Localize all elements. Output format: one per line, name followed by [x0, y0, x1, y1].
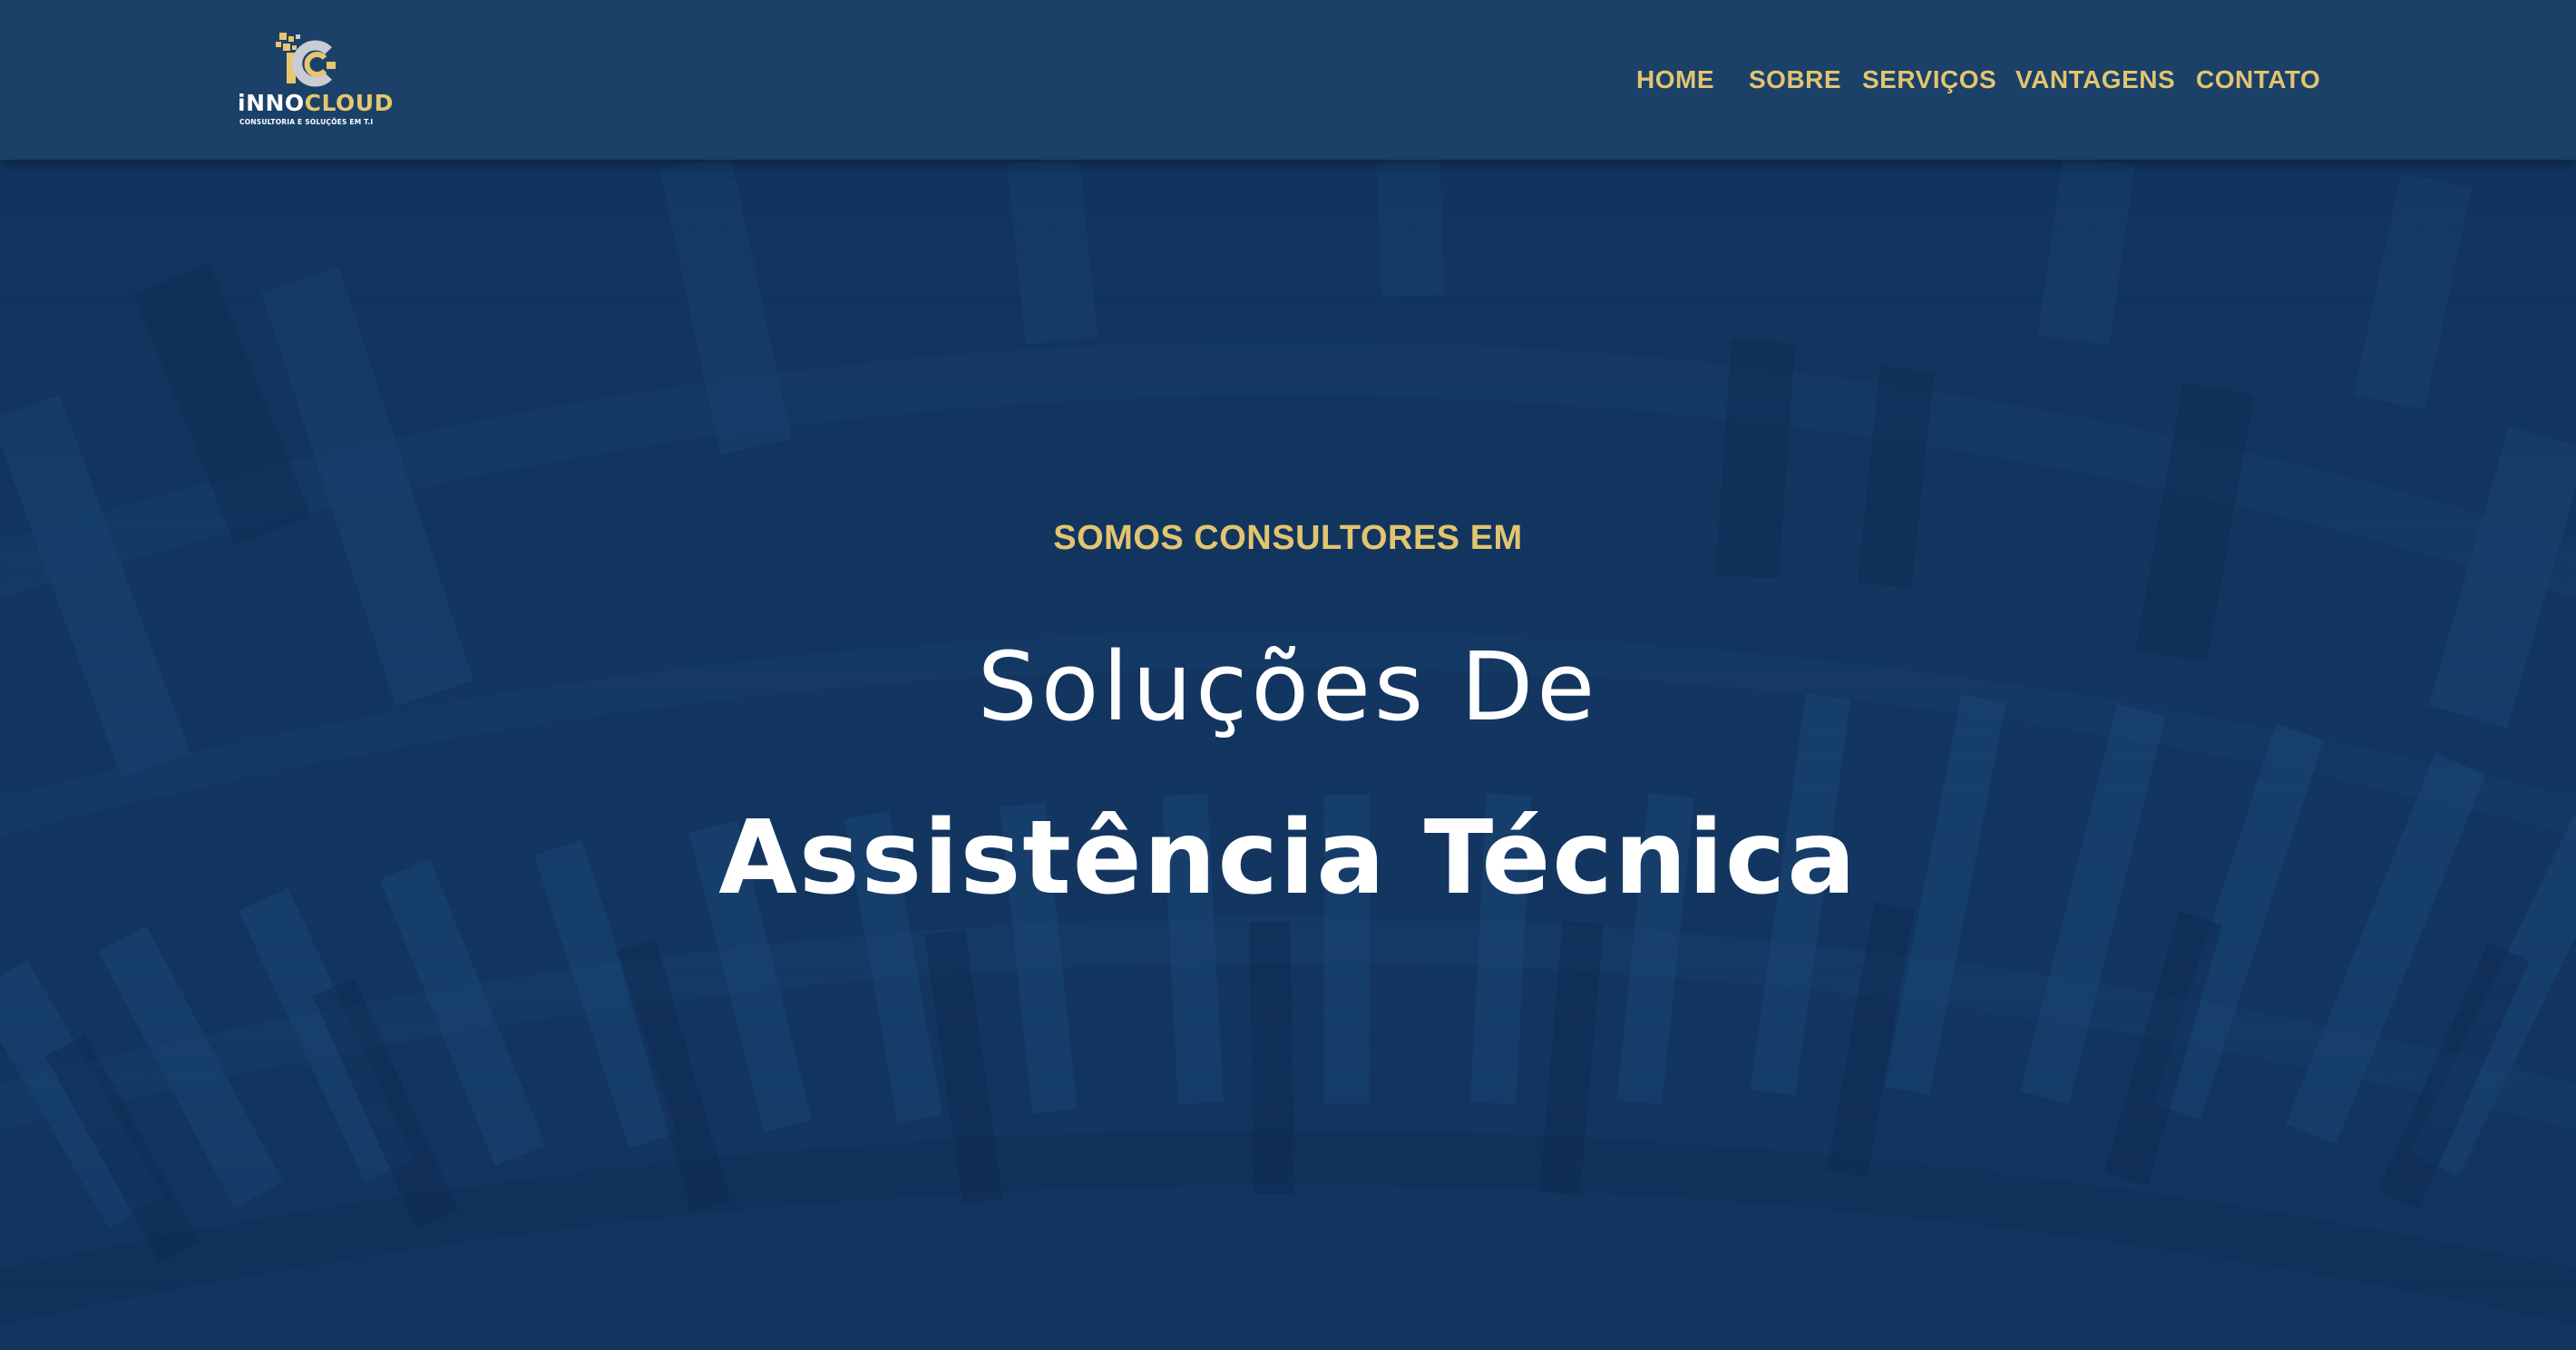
logo-tagline: CONSULTORIA E SOLUÇÕES EM T.I — [239, 118, 374, 126]
main-nav: HOME SOBRE SERVIÇOS VANTAGENS CONTATO — [0, 64, 2576, 100]
nav-item-contato[interactable]: CONTATO — [2196, 64, 2320, 96]
nav-item-home[interactable]: HOME — [1636, 64, 1714, 96]
nav-item-servicos[interactable]: SERVIÇOS — [1862, 64, 1996, 96]
hero-section: SOMOS CONSULTORES EM Soluções De Assistê… — [0, 160, 2576, 1350]
hero-headline-line2: Assistência Técnica — [718, 799, 1858, 917]
hero-headline-line1: Soluções De — [977, 631, 1599, 742]
nav-item-vantagens[interactable]: VANTAGENS — [2015, 64, 2175, 96]
site-header: iNNOCLOUD CONSULTORIA E SOLUÇÕES EM T.I … — [0, 0, 2576, 160]
hero-eyebrow: SOMOS CONSULTORES EM — [1053, 519, 1523, 557]
nav-item-sobre[interactable]: SOBRE — [1749, 64, 1841, 96]
hero-background-pattern — [0, 160, 2576, 1350]
